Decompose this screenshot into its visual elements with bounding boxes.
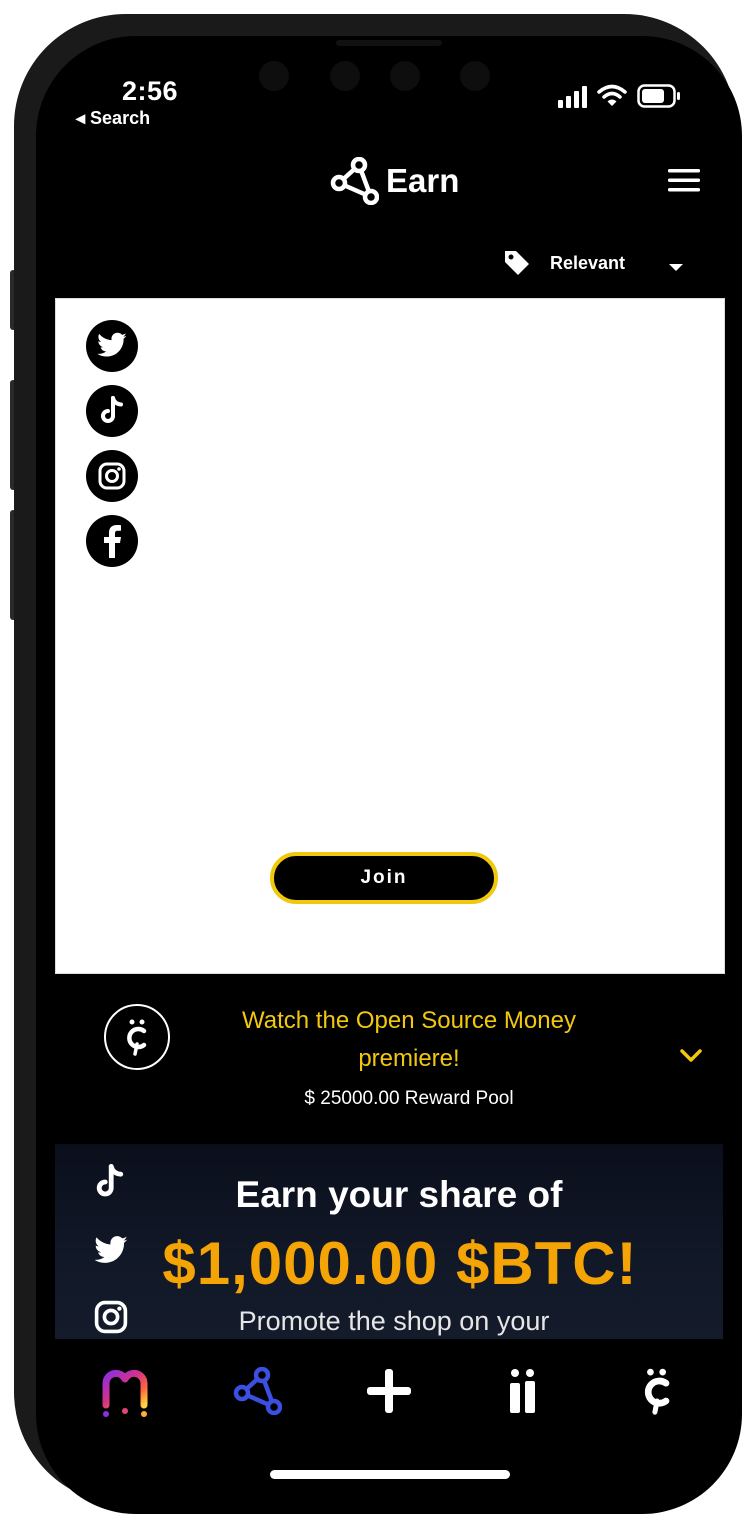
nav-create-plus-icon[interactable]: [356, 1360, 422, 1422]
banner-amount: $1,000.00 $BTC!: [162, 1230, 638, 1297]
tag-icon: [502, 248, 532, 283]
nav-wallet-coin-icon[interactable]: [623, 1360, 689, 1422]
instagram-icon[interactable]: [86, 450, 138, 502]
twitter-icon[interactable]: [86, 320, 138, 372]
hamburger-menu-icon[interactable]: [668, 168, 702, 199]
tiktok-icon[interactable]: [86, 385, 138, 437]
banner-instagram-icon: [93, 1299, 129, 1339]
sensor-dot: [330, 61, 360, 91]
banner-twitter-icon: [93, 1236, 129, 1271]
join-button[interactable]: Join: [270, 852, 498, 904]
sensor-dot: [390, 61, 420, 91]
phone-screen: 2:56 ◂ Search Earn Relevant Join Watch t…: [36, 36, 742, 1514]
facebook-icon[interactable]: [86, 515, 138, 567]
campaign-title[interactable]: Watch the Open Source Money premiere!: [196, 1002, 622, 1078]
cellular-signal-icon: [558, 86, 590, 113]
nav-earn-icon[interactable]: [224, 1360, 290, 1422]
sensor-dot: [460, 61, 490, 91]
campaign-coin-icon: [104, 1004, 170, 1070]
sort-dropdown[interactable]: Relevant: [502, 246, 692, 284]
chevron-down-icon: [668, 260, 684, 278]
banner-headline: Earn your share of: [235, 1174, 563, 1215]
nav-home-logo[interactable]: [92, 1360, 158, 1422]
home-indicator[interactable]: [270, 1470, 510, 1479]
banner-subline: Promote the shop on your: [238, 1306, 550, 1336]
reward-pool-label: $ 25000.00 Reward Pool: [304, 1088, 514, 1109]
nav-info-icon[interactable]: [490, 1360, 556, 1422]
wifi-icon: [597, 84, 627, 113]
sort-selected-label: Relevant: [550, 253, 626, 273]
campaign-media-card: Join: [55, 298, 725, 974]
speaker-grille: [336, 40, 442, 46]
page-title: Earn: [386, 162, 460, 199]
promo-banner[interactable]: Earn your share of $1,000.00 $BTC! Promo…: [55, 1144, 723, 1339]
earn-logo-icon: [329, 156, 380, 210]
status-time: 2:56: [122, 76, 179, 106]
phone-frame: 2:56 ◂ Search Earn Relevant Join Watch t…: [14, 14, 742, 1514]
expand-chevron-icon[interactable]: [679, 1048, 703, 1069]
banner-tiktok-icon: [94, 1164, 126, 1205]
battery-icon: [637, 84, 681, 113]
back-to-search-link[interactable]: ◂ Search: [76, 108, 150, 129]
camera-dot: [259, 61, 289, 91]
